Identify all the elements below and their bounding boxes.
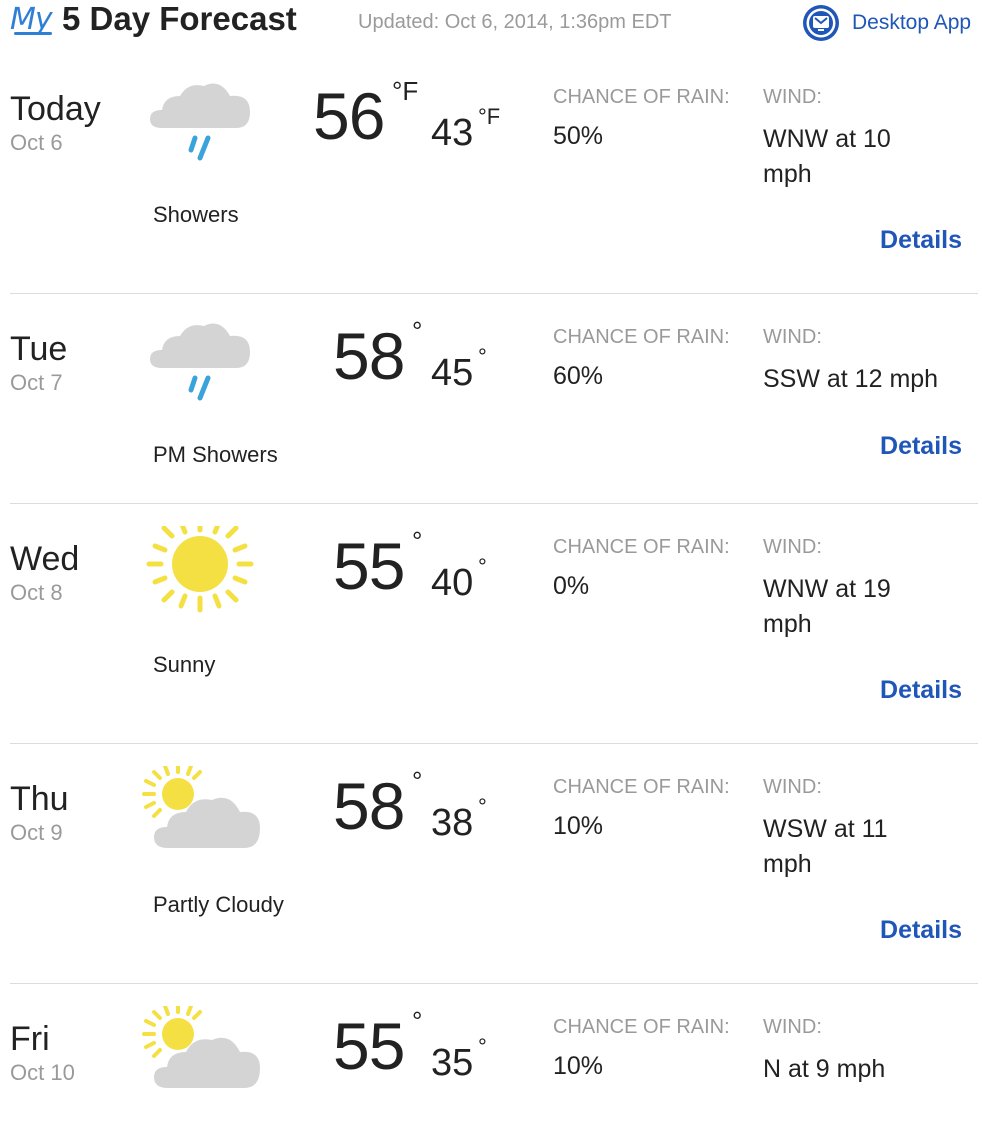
rain-chance-value: 0% xyxy=(553,572,590,600)
condition-label: PM Showers xyxy=(153,442,278,467)
low-temp-unit: °F xyxy=(478,104,501,129)
wind-label: WIND: xyxy=(763,536,822,558)
details-link[interactable]: Details xyxy=(880,676,962,705)
high-temp: 55 xyxy=(333,1009,405,1083)
condition-label: Partly Cloudy xyxy=(153,892,284,917)
wind-label: WIND: xyxy=(763,326,822,348)
desktop-app-icon xyxy=(803,5,839,41)
high-temp-unit: ° xyxy=(412,766,423,796)
rain-cloud-icon xyxy=(150,83,250,161)
low-temp: 35 xyxy=(431,1042,474,1084)
rain-chance-label: CHANCE OF RAIN: xyxy=(553,86,730,108)
forecast-row-fri: Fri Oct 10 55 ° 35 ° CHANCE OF RAIN: 10%… xyxy=(0,1006,982,1114)
forecast-row-thu: Thu Oct 9 Partly Cloudy 58 ° 38 ° CHANCE… xyxy=(0,766,982,984)
wind-value: WSW at 11 mph xyxy=(763,815,888,878)
high-temp: 56 xyxy=(313,79,385,153)
wind-label: WIND: xyxy=(763,86,822,108)
partly-cloudy-icon xyxy=(142,766,260,848)
rain-chance-value: 10% xyxy=(553,812,604,840)
low-temp-unit: ° xyxy=(478,1034,487,1059)
high-temp-unit: ° xyxy=(412,316,423,346)
forecast-row-tue: Tue Oct 7 PM Showers 58 ° 45 ° CHANCE OF… xyxy=(0,316,982,504)
day-date: Oct 9 xyxy=(10,820,63,845)
row-divider xyxy=(10,983,978,984)
rain-chance-label: CHANCE OF RAIN: xyxy=(553,776,730,798)
details-link[interactable]: Details xyxy=(880,432,962,461)
low-temp-unit: ° xyxy=(478,794,487,819)
rain-chance-value: 50% xyxy=(553,122,604,150)
low-temp: 40 xyxy=(431,562,474,604)
day-date: Oct 6 xyxy=(10,130,63,155)
day-name: Wed xyxy=(10,540,80,578)
wind-value: WNW at 10 mph xyxy=(763,125,891,188)
low-temp-unit: ° xyxy=(478,344,487,369)
rain-cloud-icon xyxy=(150,323,250,401)
rain-chance-label: CHANCE OF RAIN: xyxy=(553,536,730,558)
rain-chance-value: 10% xyxy=(553,1052,604,1080)
day-name: Today xyxy=(10,90,101,128)
low-temp: 38 xyxy=(431,802,474,844)
rain-chance-label: CHANCE OF RAIN: xyxy=(553,1016,730,1038)
forecast-row-wed: Wed Oct 8 Sunny 55 ° 40 ° CHANCE OF RAIN… xyxy=(0,526,982,744)
high-temp: 58 xyxy=(333,769,405,843)
wind-value: SSW at 12 mph xyxy=(763,365,939,393)
desktop-app-label: Desktop App xyxy=(852,11,972,34)
logo[interactable]: My xyxy=(10,2,53,37)
high-temp-unit: ° xyxy=(412,1006,423,1036)
row-divider xyxy=(10,503,978,504)
high-temp: 55 xyxy=(333,529,405,603)
low-temp-unit: ° xyxy=(478,554,487,579)
page-title: 5 Day Forecast xyxy=(62,0,297,37)
wind-value: N at 9 mph xyxy=(763,1055,886,1083)
wind-value: WNW at 19 mph xyxy=(763,575,891,638)
condition-label: Showers xyxy=(153,202,239,227)
day-name: Thu xyxy=(10,780,69,818)
high-temp-unit: °F xyxy=(392,76,419,106)
day-date: Oct 7 xyxy=(10,370,63,395)
row-divider xyxy=(10,743,978,744)
day-name: Tue xyxy=(10,330,68,368)
high-temp: 58 xyxy=(333,319,405,393)
updated-timestamp: Updated: Oct 6, 2014, 1:36pm EDT xyxy=(358,11,672,33)
condition-label: Sunny xyxy=(153,652,216,677)
day-date: Oct 10 xyxy=(10,1060,75,1085)
row-divider xyxy=(10,293,978,294)
header: My 5 Day Forecast Updated: Oct 6, 2014, … xyxy=(0,0,982,50)
wind-label: WIND: xyxy=(763,1016,822,1038)
low-temp: 43 xyxy=(431,112,474,154)
partly-cloudy-icon xyxy=(142,1006,260,1088)
desktop-app-link[interactable]: Desktop App xyxy=(802,4,971,42)
day-date: Oct 8 xyxy=(10,580,63,605)
rain-chance-value: 60% xyxy=(553,362,604,390)
rain-chance-label: CHANCE OF RAIN: xyxy=(553,326,730,348)
day-name: Fri xyxy=(10,1020,50,1058)
high-temp-unit: ° xyxy=(412,526,423,556)
sun-icon xyxy=(146,526,254,613)
details-link[interactable]: Details xyxy=(880,916,962,945)
low-temp: 45 xyxy=(431,352,474,394)
forecast-row-today: Today Oct 6 Showers 56 °F 43 °F CHANCE O… xyxy=(0,76,982,294)
wind-label: WIND: xyxy=(763,776,822,798)
details-link[interactable]: Details xyxy=(880,226,962,255)
